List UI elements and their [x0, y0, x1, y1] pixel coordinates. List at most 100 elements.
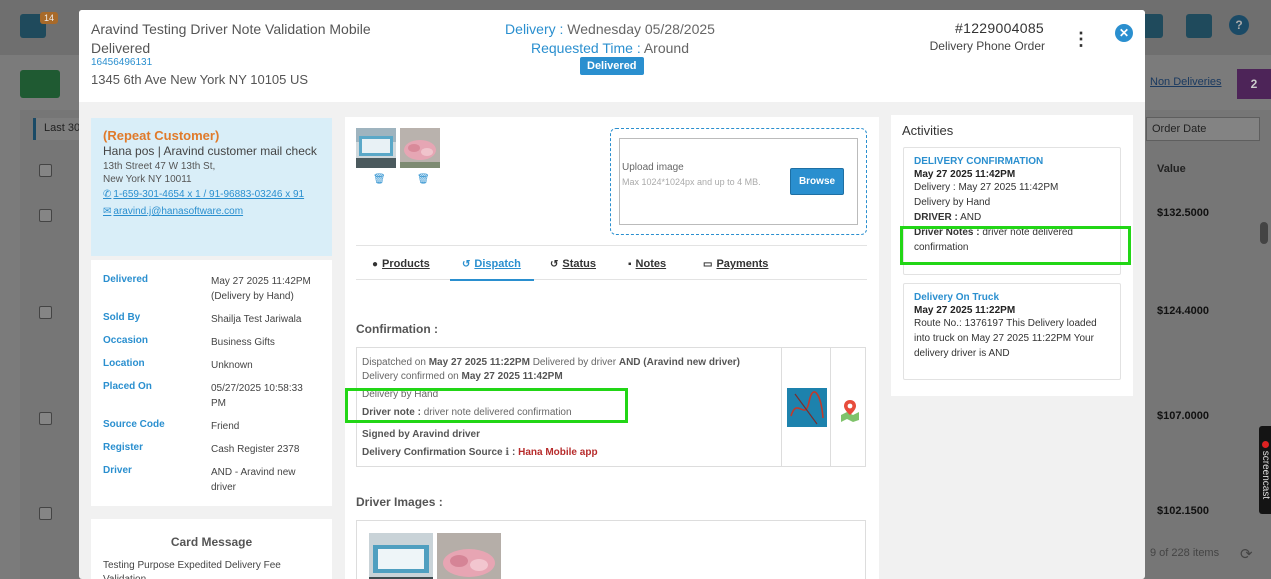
driver-image-thumb[interactable] — [437, 533, 501, 579]
bg-refresh-icon[interactable]: ⟳ — [1240, 545, 1253, 563]
bg-select-all-checkbox[interactable] — [39, 164, 52, 177]
trash-icon[interactable]: 🗑 — [417, 174, 430, 185]
delivery-date: Wednesday 05/28/2025 — [567, 21, 715, 37]
customer-email-link[interactable]: ✉ aravind.j@hanasoftware.com — [103, 205, 320, 218]
bg-scrollbar-thumb[interactable] — [1260, 222, 1268, 244]
customer-city: New York NY 10011 — [103, 174, 192, 185]
payment-icon: ▭ — [703, 259, 713, 270]
order-info-panel: Delivered May 27 2025 11:42PM (Delivery b… — [91, 260, 332, 506]
status-icon: ↺ — [550, 259, 559, 270]
activity-date: May 27 2025 11:42PM — [914, 169, 1016, 180]
tab-notes[interactable]: ▪ Notes — [628, 258, 666, 270]
driver-image-flowers — [437, 533, 501, 579]
upload-label: Upload image — [622, 162, 684, 173]
activities-title: Activities — [902, 123, 954, 138]
info-key: Source Code — [103, 419, 165, 430]
bg-row-value: $124.4000 — [1157, 305, 1209, 317]
trash-icon[interactable]: 🗑 — [373, 174, 386, 185]
customer-phones-text[interactable]: 1-659-301-4654 x 1 / 91-96883-03246 x 91 — [113, 189, 304, 200]
customer-phone[interactable]: 16456496131 — [91, 57, 152, 68]
activity-body: Route No.: 1376197 This Delivery loaded … — [914, 318, 1097, 359]
tab-dispatch[interactable]: ↺ Dispatch — [462, 258, 521, 270]
info-row-sold-by: Sold By Shailja Test Jariwala — [103, 312, 320, 327]
dispatch-line: Dispatched on May 27 2025 11:22PM Delive… — [362, 356, 772, 384]
customer-email-text[interactable]: aravind.j@hanasoftware.com — [113, 206, 243, 217]
source-value: Hana Mobile app — [518, 447, 598, 458]
customer-phone-link[interactable]: ✆ 1-659-301-4654 x 1 / 91-96883-03246 x 9… — [103, 188, 320, 201]
tab-payments[interactable]: ▭ Payments — [703, 258, 768, 270]
activity-driver: DRIVER : AND — [914, 210, 1110, 225]
tab-label: Notes — [635, 258, 667, 270]
info-key: Register — [103, 442, 144, 453]
activity-heading: DELIVERY CONFIRMATION — [914, 156, 1044, 167]
info-value: 05/27/2025 10:58:33 PM — [211, 383, 303, 409]
customer-name: Aravind Testing Driver Note Validation M… — [91, 21, 371, 37]
bg-cart-button[interactable] — [20, 70, 60, 98]
bg-row-checkbox[interactable] — [39, 507, 52, 520]
product-icon: ● — [372, 259, 379, 270]
driver-image-screen — [369, 533, 433, 579]
activity-line: Delivery by Hand — [914, 197, 991, 208]
bg-monitor-icon[interactable] — [1186, 14, 1212, 38]
signed-by-line: Signed by Aravind driver — [362, 428, 480, 442]
driver-images-title: Driver Images : — [356, 495, 443, 509]
bg-row-checkbox[interactable] — [39, 412, 52, 425]
signature-drawing — [787, 388, 827, 427]
screencast-tab[interactable]: screencast — [1259, 426, 1271, 514]
signature-image[interactable] — [787, 388, 827, 427]
delivery-info: Delivery : Wednesday 05/28/2025 Requeste… — [479, 20, 741, 58]
upload-dropzone[interactable]: Upload image Max 1024*1024px and up to 4… — [610, 128, 867, 235]
info-value: May 27 2025 11:42PM (Delivery by Hand) — [211, 276, 311, 302]
tab-status[interactable]: ↺ Status — [550, 258, 596, 270]
map-pin-icon[interactable] — [838, 398, 862, 427]
info-key: Occasion — [103, 335, 149, 346]
info-value: Cash Register 2378 — [211, 444, 300, 455]
tab-label: Status — [562, 258, 597, 270]
requested-time-value: Around — [643, 40, 689, 56]
order-number: #1229004085 — [955, 20, 1044, 36]
activity-card: Delivery On Truck May 27 2025 11:22PM Ro… — [903, 283, 1121, 380]
bg-row-value: $107.0000 — [1157, 410, 1209, 422]
info-row-occasion: Occasion Business Gifts — [103, 335, 320, 350]
highlight-box-driver-note — [345, 388, 628, 423]
info-value: AND - Aravind new driver — [211, 467, 296, 493]
dispatched-prefix: Dispatched on — [362, 357, 426, 368]
bg-help-icon[interactable]: ? — [1229, 15, 1249, 35]
customer-name-line: Hana pos | Aravind customer mail check — [103, 144, 317, 158]
highlight-box-activity-notes — [900, 226, 1131, 265]
confirmed-on-text: Delivery confirmed on — [362, 371, 459, 382]
info-icon[interactable]: ℹ — [505, 447, 509, 458]
product-image-thumb[interactable] — [356, 128, 396, 168]
info-row-delivered: Delivered May 27 2025 11:42PM (Delivery b… — [103, 274, 320, 304]
product-image-thumb[interactable] — [400, 128, 440, 168]
requested-time-label: Requested Time : — [530, 40, 641, 56]
more-options-icon[interactable]: ⋮ — [1072, 30, 1090, 48]
tab-products[interactable]: ● Products — [372, 258, 430, 270]
close-icon[interactable]: ✕ — [1115, 24, 1133, 42]
info-key: Delivered — [103, 274, 149, 285]
driver-image-thumb[interactable] — [369, 533, 433, 579]
activity-heading: Delivery On Truck — [914, 292, 1000, 303]
info-row-driver: Driver AND - Aravind new driver — [103, 465, 320, 495]
active-tab-indicator — [450, 279, 534, 281]
bg-order-date-select[interactable]: Order Date — [1146, 117, 1260, 141]
divider — [830, 348, 831, 466]
confirmation-source-line: Delivery Confirmation Source ℹ : Hana Mo… — [362, 447, 598, 458]
info-value: Shailja Test Jariwala — [211, 314, 302, 325]
history-icon: ↺ — [462, 259, 471, 270]
info-key: Placed On — [103, 381, 152, 392]
tab-label: Payments — [716, 258, 769, 270]
bg-non-deliveries-link[interactable]: Non Deliveries — [1150, 76, 1222, 88]
info-value: Unknown — [211, 360, 253, 371]
repeat-customer-label: (Repeat Customer) — [103, 128, 220, 143]
bg-row-checkbox[interactable] — [39, 306, 52, 319]
modal-header: Aravind Testing Driver Note Validation M… — [79, 10, 1145, 102]
product-image-flowers — [400, 128, 440, 168]
browse-button[interactable]: Browse — [790, 168, 844, 195]
info-value: Friend — [211, 421, 240, 432]
bg-row-value: $132.5000 — [1157, 207, 1209, 219]
customer-card: (Repeat Customer) Hana pos | Aravind cus… — [91, 118, 332, 256]
info-row-location: Location Unknown — [103, 358, 320, 373]
bg-row-checkbox[interactable] — [39, 209, 52, 222]
customer-address: 1345 6th Ave New York NY 10105 US — [91, 72, 309, 87]
